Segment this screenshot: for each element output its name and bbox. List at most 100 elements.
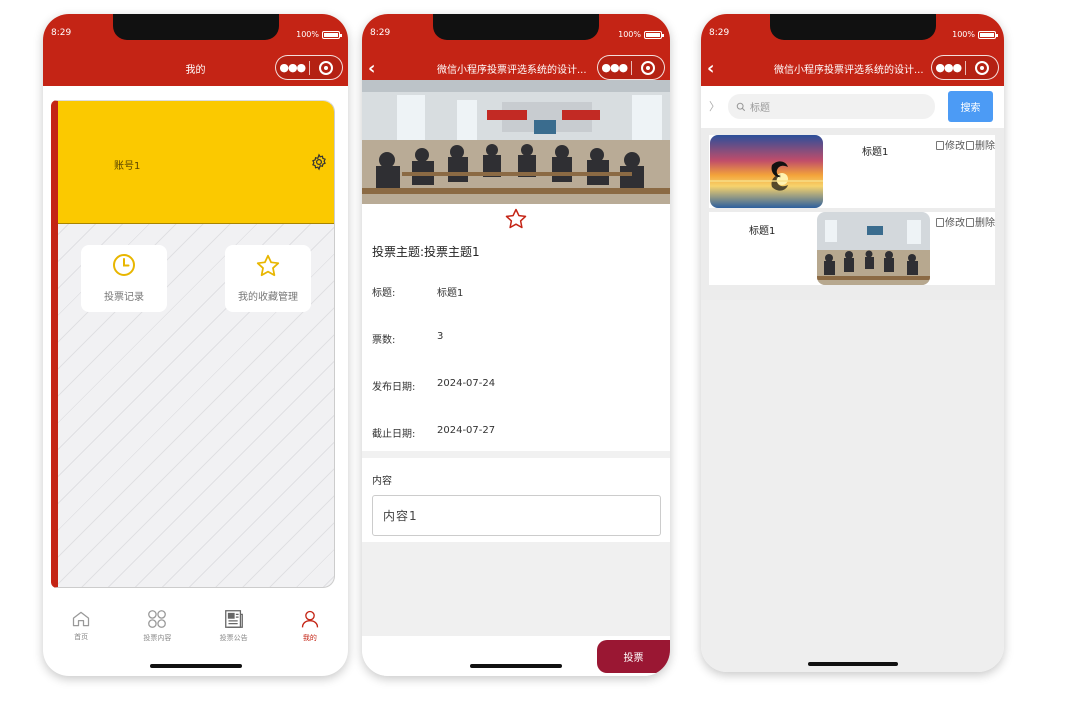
battery-percent: 100% (618, 30, 641, 39)
battery-icon (322, 30, 342, 39)
field-value: 3 (437, 331, 444, 342)
delete-action[interactable]: 删除 (966, 137, 995, 152)
battery-icon (978, 30, 998, 39)
favorites-manage-tile[interactable]: 我的收藏管理 (225, 245, 311, 312)
trash-icon (966, 218, 974, 227)
status-time: 8:29 (51, 28, 72, 38)
home-indicator (807, 662, 898, 666)
tab-vote-notice-label: 投票公告 (219, 634, 248, 642)
user-icon (301, 610, 319, 628)
phone-vote-detail: 8:29 100% ‹ 微信小程序投票评选系统的设计... ●●● 投票主题:投… (362, 14, 670, 676)
page-title: 微信小程序投票评选系统的设计... (774, 65, 924, 76)
vote-records-label: 投票记录 (104, 292, 144, 303)
home-indicator (149, 664, 242, 668)
edit-icon (936, 141, 944, 150)
chevron-right-icon[interactable]: 〉 (709, 98, 720, 114)
meeting-room-photo (362, 80, 670, 204)
mini-program-capsule: ●●● (597, 55, 665, 80)
more-icon[interactable]: ●●● (276, 61, 309, 74)
phone-my-page: 8:29 100% 我的 ●●● 账号1 投票记录 我的收藏管理 首页 投票内容… (43, 14, 348, 676)
tab-vote-content-label: 投票内容 (143, 634, 172, 642)
field-row-votes: 票数: 3 (372, 331, 443, 346)
back-chevron-icon[interactable]: ‹ (368, 58, 375, 79)
my-page-body: 账号1 投票记录 我的收藏管理 (43, 86, 348, 611)
battery-percent: 100% (296, 30, 319, 39)
notch (113, 14, 279, 40)
item-title: 标题1 (862, 147, 889, 158)
status-battery: 100% (952, 30, 998, 39)
search-button[interactable]: 搜索 (948, 91, 993, 122)
phone-favorites-list: 8:29 100% ‹ 微信小程序投票评选系统的设计... ●●● 〉 标题 搜… (701, 14, 1004, 672)
vote-theme: 投票主题:投票主题1 (372, 243, 480, 260)
field-key: 截止日期: (372, 429, 416, 440)
clock-icon (113, 254, 135, 276)
delete-label: 删除 (975, 218, 995, 229)
edit-icon (936, 218, 944, 227)
tab-vote-notice[interactable]: 投票公告 (196, 603, 272, 648)
notch (770, 14, 936, 40)
divider (362, 451, 670, 458)
tab-my[interactable]: 我的 (272, 603, 348, 648)
item-title: 标题1 (749, 226, 776, 237)
edit-label: 修改 (945, 141, 965, 152)
delete-label: 删除 (975, 141, 995, 152)
search-icon (736, 102, 746, 111)
field-value: 2024-07-24 (437, 378, 496, 389)
vote-button[interactable]: 投票 (597, 640, 670, 673)
delete-action[interactable]: 删除 (966, 214, 995, 229)
notch (433, 14, 599, 40)
search-placeholder: 标题 (750, 103, 770, 114)
field-value: 2024-07-27 (437, 425, 496, 436)
status-battery: 100% (296, 30, 342, 39)
content-footer-area (362, 542, 670, 636)
home-icon (73, 611, 90, 627)
account-name: 账号1 (114, 161, 141, 172)
list-item[interactable]: 标题1 修改 删除 (709, 135, 995, 208)
profile-header: 账号1 (58, 101, 334, 224)
vote-theme-label: 投票主题: (372, 245, 425, 259)
field-row-publish-date: 发布日期: 2024-07-24 (372, 378, 495, 393)
close-mini-program-icon[interactable] (632, 60, 665, 75)
home-indicator (470, 664, 562, 668)
tab-bar: 首页 投票内容 投票公告 我的 (43, 603, 348, 648)
field-value: 标题1 (437, 288, 464, 299)
more-icon[interactable]: ●●● (598, 61, 631, 74)
field-key: 票数: (372, 335, 396, 346)
settings-gear-icon[interactable] (310, 153, 328, 171)
star-icon (256, 254, 280, 277)
field-row-deadline: 截止日期: 2024-07-27 (372, 425, 495, 440)
profile-card: 账号1 投票记录 我的收藏管理 (51, 100, 335, 588)
search-input[interactable]: 标题 (728, 94, 935, 119)
empty-area (701, 300, 1004, 672)
favorites-list: 标题1 修改 删除 标题1 修改 删除 (701, 128, 1004, 300)
vote-records-tile[interactable]: 投票记录 (81, 245, 167, 312)
battery-percent: 100% (952, 30, 975, 39)
dolphin-sunset-image (710, 135, 823, 208)
tab-home[interactable]: 首页 (43, 603, 119, 648)
edit-action[interactable]: 修改 (936, 137, 965, 152)
edit-action[interactable]: 修改 (936, 214, 965, 229)
field-key: 标题: (372, 288, 396, 299)
meeting-room-image (817, 212, 930, 285)
mini-program-capsule: ●●● (931, 55, 999, 80)
mini-program-capsule: ●●● (275, 55, 343, 80)
tab-my-label: 我的 (302, 634, 317, 642)
field-key: 发布日期: (372, 382, 416, 393)
vote-theme-value: 投票主题1 (424, 245, 480, 259)
battery-icon (644, 30, 664, 39)
favorites-manage-label: 我的收藏管理 (238, 292, 298, 303)
edit-label: 修改 (945, 218, 965, 229)
close-mini-program-icon[interactable] (966, 60, 999, 75)
favorite-star-icon[interactable] (504, 207, 528, 231)
back-chevron-icon[interactable]: ‹ (707, 58, 714, 79)
list-item[interactable]: 标题1 修改 删除 (709, 212, 995, 285)
page-title: 微信小程序投票评选系统的设计... (437, 65, 587, 76)
item-actions: 修改 删除 (936, 214, 995, 229)
news-icon (224, 610, 243, 628)
more-icon[interactable]: ●●● (932, 61, 965, 74)
field-row-title: 标题: 标题1 (372, 284, 463, 299)
tab-vote-content[interactable]: 投票内容 (119, 603, 195, 648)
status-battery: 100% (618, 30, 664, 39)
grid-icon (148, 610, 167, 628)
close-mini-program-icon[interactable] (310, 60, 343, 75)
